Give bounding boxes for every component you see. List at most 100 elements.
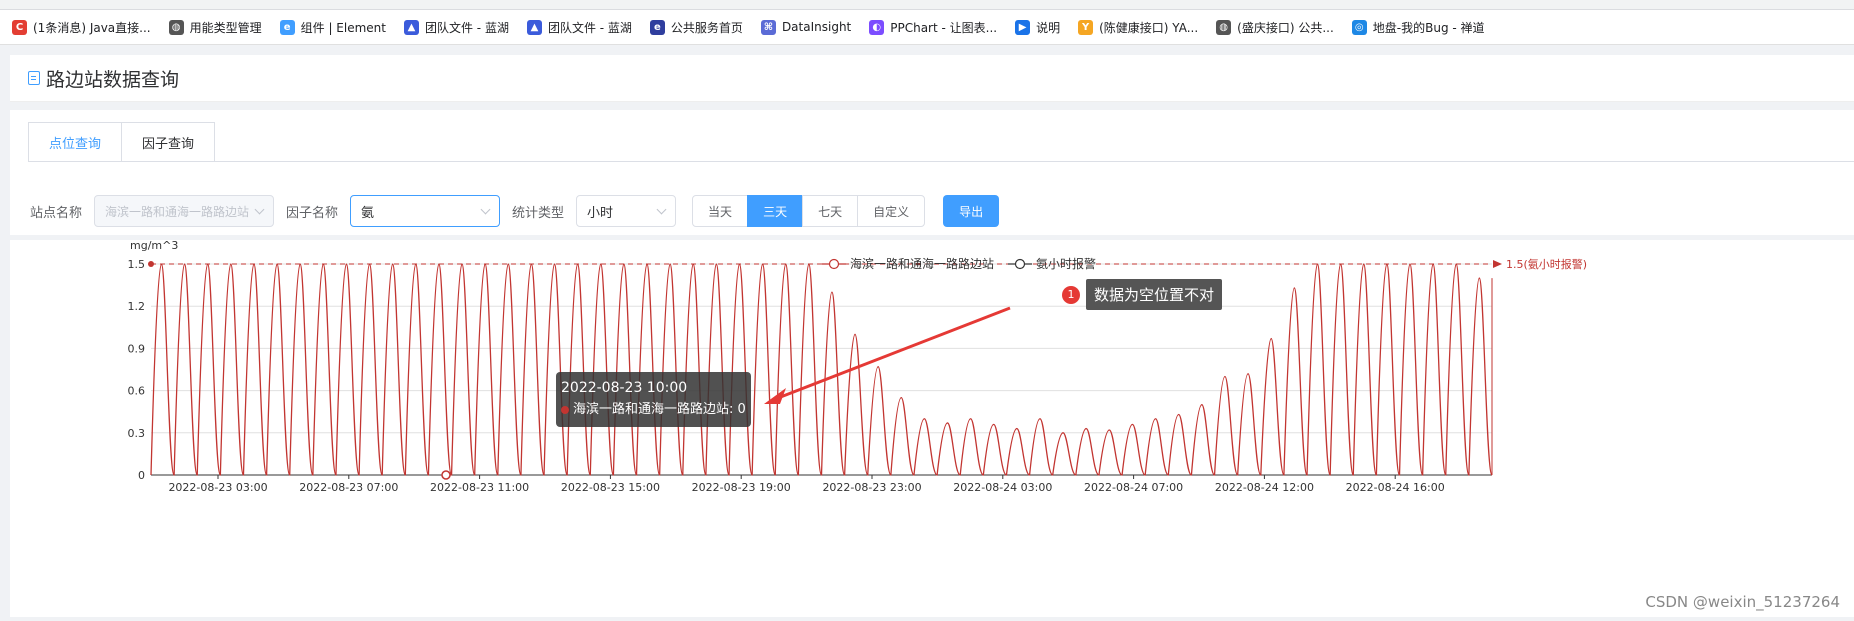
annotation: 1 数据为空位置不对	[1062, 279, 1222, 310]
bookmark-label: DataInsight	[782, 20, 851, 34]
page-title: 路边站数据查询	[46, 65, 179, 92]
annotation-badge: 1	[1062, 286, 1080, 304]
y-tick-label: 0.6	[128, 385, 146, 398]
chart-panel: 0 0.3 0.6 0.9 1.2 1.5 mg/m^3 2022-08-23 03:00 20…	[10, 240, 1854, 617]
range-today-button[interactable]: 当天	[692, 195, 748, 227]
x-tick-label: 2022-08-23 07:00	[299, 481, 398, 494]
alarm-line-label: 1.5(氨小时报警)	[1506, 257, 1587, 271]
filter-form: 站点名称 海滨一路和通海一路路边站 因子名称 氨 统计类型 小时 当天 三天 七…	[30, 195, 999, 227]
bookmark-item[interactable]: ◍ (盛庆接口) 公共...	[1216, 19, 1334, 36]
x-tick-label: 2022-08-23 15:00	[561, 481, 660, 494]
bookmark-item[interactable]: ▶ 说明	[1015, 19, 1060, 36]
y-tick-label: 1.5	[128, 258, 146, 271]
legend-marker-icon	[822, 258, 846, 270]
factor-select[interactable]: 氨	[350, 195, 500, 227]
yapi-icon: Y	[1078, 20, 1093, 35]
y-tick-label: 1.2	[128, 300, 146, 313]
bookmark-item[interactable]: ▲团队文件 - 蓝湖	[527, 19, 632, 36]
factor-value: 氨	[361, 202, 374, 221]
station-label: 站点名称	[30, 202, 82, 221]
bookmark-item[interactable]: e公共服务首页	[650, 19, 743, 36]
tooltip-dot-icon	[561, 406, 569, 414]
stat-type-select[interactable]: 小时	[576, 195, 676, 227]
hover-point	[442, 471, 450, 479]
chevron-down-icon	[481, 204, 491, 214]
alarm-arrow-icon	[1493, 260, 1502, 268]
bookmark-label: PPChart - 让图表...	[890, 19, 997, 36]
tab-point-query[interactable]: 点位查询	[28, 122, 122, 162]
range-custom-button[interactable]: 自定义	[857, 195, 925, 227]
bookmark-label: (盛庆接口) 公共...	[1237, 19, 1334, 36]
bookmark-item[interactable]: ⌘ DataInsight	[761, 20, 851, 35]
legend-item[interactable]: 氨小时报警	[1008, 255, 1096, 272]
bookmark-label: 团队文件 - 蓝湖	[425, 19, 509, 36]
bookmark-item[interactable]: ◍ 用能类型管理	[169, 19, 262, 36]
bookmarks-bar: C(1条消息) Java直接... ◍ 用能类型管理 e 组件 | Element ▲ 团队…	[0, 10, 1854, 45]
tooltip-title: 2022-08-23 10:00	[561, 377, 746, 399]
tabs-divider	[28, 161, 1854, 162]
filter-panel: 点位查询 因子查询 站点名称 海滨一路和通海一路路边站 因子名称 氨 统计类型 …	[10, 110, 1854, 235]
station-placeholder: 海滨一路和通海一路路边站	[105, 203, 249, 220]
bookmark-label: 公共服务首页	[671, 19, 743, 36]
bookmark-label: 团队文件 - 蓝湖	[548, 19, 632, 36]
y-tick-label: 0.9	[128, 342, 146, 355]
x-tick-label: 2022-08-23 19:00	[692, 481, 791, 494]
document-icon	[28, 71, 40, 85]
globe-icon: ◍	[169, 20, 184, 35]
alarm-start-point	[148, 261, 154, 267]
page-container: 路边站数据查询 点位查询 因子查询 站点名称 海滨一路和通海一路路边站 因子名称…	[10, 55, 1854, 235]
lanhu-icon: ▲	[404, 20, 419, 35]
bookmark-label: 组件 | Element	[301, 19, 386, 36]
legend-label: 氨小时报警	[1036, 255, 1096, 272]
tooltip-value: 海滨一路和通海一路路边站: 0	[573, 399, 746, 421]
chevron-down-icon	[255, 204, 265, 214]
bookmark-item[interactable]: ◎地盘-我的Bug - 禅道	[1352, 19, 1485, 36]
x-tick-label: 2022-08-23 23:00	[822, 481, 921, 494]
stat-type-label: 统计类型	[512, 202, 564, 221]
legend-label: 海滨一路和通海一路路边站	[850, 255, 994, 272]
bookmark-item[interactable]: C(1条消息) Java直接...	[12, 19, 151, 36]
tab-factor-query[interactable]: 因子查询	[121, 122, 215, 162]
x-tick-label: 2022-08-24 03:00	[953, 481, 1052, 494]
tabs: 点位查询 因子查询	[28, 122, 215, 162]
watermark: CSDN @weixin_51237264	[1645, 593, 1840, 611]
range-seven-days-button[interactable]: 七天	[802, 195, 858, 227]
legend-marker-icon	[1008, 258, 1032, 270]
x-tick-label: 2022-08-24 12:00	[1215, 481, 1314, 494]
factor-label: 因子名称	[286, 202, 338, 221]
bookmark-item[interactable]: ◐ PPChart - 让图表...	[869, 19, 997, 36]
element-icon: e	[280, 20, 295, 35]
x-tick-label: 2022-08-24 16:00	[1346, 481, 1445, 494]
tooltip-row: 海滨一路和通海一路路边站: 0	[561, 399, 746, 421]
video-icon: ▶	[1015, 20, 1030, 35]
bookmark-label: (1条消息) Java直接...	[33, 19, 151, 36]
bookmark-label: 用能类型管理	[190, 19, 262, 36]
globe-icon: ◍	[1216, 20, 1231, 35]
x-tick-label: 2022-08-23 03:00	[168, 481, 267, 494]
series-line	[151, 264, 1492, 475]
y-tick-label: 0.3	[128, 427, 146, 440]
zentao-icon: ◎	[1352, 20, 1367, 35]
line-chart: 0 0.3 0.6 0.9 1.2 1.5 mg/m^3 2022-08-23 03:00 20…	[10, 240, 1854, 617]
range-button-group: 当天 三天 七天 自定义	[692, 195, 925, 227]
y-tick-label: 0	[138, 469, 145, 482]
chart-tooltip: 2022-08-23 10:00海滨一路和通海一路路边站: 0	[556, 372, 751, 427]
browser-toolbar	[0, 0, 1854, 10]
ppchart-icon: ◐	[869, 20, 884, 35]
bookmark-item[interactable]: Y (陈健康接口) YA...	[1078, 19, 1198, 36]
y-axis-label: mg/m^3	[130, 240, 178, 252]
legend-item[interactable]: 海滨一路和通海一路路边站	[822, 255, 994, 272]
bookmark-label: 说明	[1036, 19, 1060, 36]
station-select[interactable]: 海滨一路和通海一路路边站	[94, 195, 274, 227]
stat-type-value: 小时	[587, 202, 613, 221]
annotation-text: 数据为空位置不对	[1086, 279, 1222, 310]
range-three-days-button[interactable]: 三天	[747, 195, 803, 227]
page-header: 路边站数据查询	[10, 55, 1854, 102]
x-tick-label: 2022-08-24 07:00	[1084, 481, 1183, 494]
bookmark-item[interactable]: ▲ 团队文件 - 蓝湖	[404, 19, 509, 36]
chevron-down-icon	[657, 204, 667, 214]
datainsight-icon: ⌘	[761, 20, 776, 35]
bookmark-label: (陈健康接口) YA...	[1099, 19, 1198, 36]
bookmark-item[interactable]: e 组件 | Element	[280, 19, 386, 36]
export-button[interactable]: 导出	[943, 195, 999, 227]
